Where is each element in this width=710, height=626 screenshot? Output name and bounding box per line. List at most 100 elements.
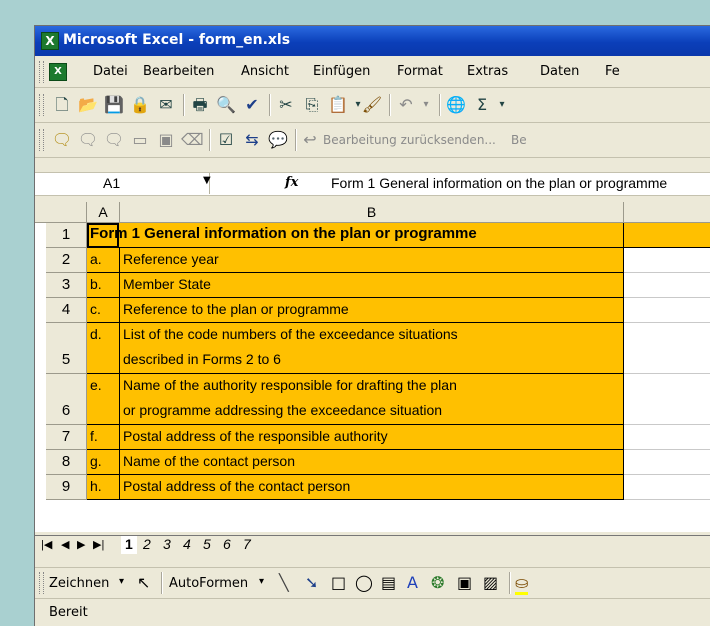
grid-cell[interactable]: h. xyxy=(87,475,120,500)
grid-cell[interactable] xyxy=(624,475,710,500)
chevron-down-icon[interactable]: ▼ xyxy=(203,175,211,186)
textbox-icon[interactable]: ▤ xyxy=(381,574,396,592)
copy-icon[interactable]: ⎘ xyxy=(301,94,323,116)
grid-cell[interactable] xyxy=(624,248,710,273)
menu-einfuegen[interactable]: Einfügen xyxy=(313,64,370,79)
grid-cell[interactable]: Postal address of the responsible author… xyxy=(120,425,624,450)
grid-cell[interactable]: Name of the contact person xyxy=(120,450,624,475)
sheet-tab-5[interactable]: 5 xyxy=(203,536,211,554)
toolbar-grip[interactable] xyxy=(39,129,44,151)
row-header[interactable]: 2 xyxy=(46,248,87,273)
oval-icon[interactable]: ◯ xyxy=(355,574,373,592)
name-box[interactable]: A1 ▼ xyxy=(35,173,211,194)
formula-input[interactable]: Form 1 General information on the plan o… xyxy=(331,175,667,191)
row-header[interactable]: 6 xyxy=(46,374,87,425)
show-comment-icon[interactable]: ▭ xyxy=(129,129,151,151)
arrow-icon[interactable]: ➘ xyxy=(305,574,318,592)
send-back-button[interactable]: Bearbeitung zurücksenden... xyxy=(323,133,496,147)
previous-sheet-icon[interactable]: ◀ xyxy=(61,538,69,551)
undo-icon[interactable]: ↶ xyxy=(395,94,417,116)
menu-daten[interactable]: Daten xyxy=(540,64,579,79)
discussion-icon[interactable]: 💬 xyxy=(267,129,289,151)
fill-color-icon[interactable]: ⛀ xyxy=(515,574,529,595)
cut-icon[interactable]: ✂ xyxy=(275,94,297,116)
previous-comment-icon[interactable]: 🗨 xyxy=(77,129,99,151)
print-icon[interactable]: 🖶 xyxy=(189,94,211,116)
grid-cell[interactable]: c. xyxy=(87,298,120,323)
grid-cell[interactable] xyxy=(624,450,710,475)
row-header[interactable]: 1 xyxy=(46,223,87,248)
print-preview-icon[interactable]: 🔍 xyxy=(215,94,237,116)
row-header[interactable]: 7 xyxy=(46,425,87,450)
sheet-tab-1[interactable]: 1 xyxy=(121,536,137,554)
insert-picture-icon[interactable]: ▨ xyxy=(483,574,498,592)
grid-cell[interactable] xyxy=(624,374,710,425)
menu-format[interactable]: Format xyxy=(397,64,443,79)
sheet-tab-2[interactable]: 2 xyxy=(143,536,151,554)
workbook-icon[interactable]: X xyxy=(49,63,67,81)
grid-cell[interactable]: b. xyxy=(87,273,120,298)
wordart-icon[interactable]: A xyxy=(407,574,418,592)
last-sheet-icon[interactable]: ▶| xyxy=(93,538,104,551)
rectangle-icon[interactable]: □ xyxy=(331,574,346,592)
function-icon[interactable]: fx xyxy=(285,175,298,190)
row-header[interactable]: 4 xyxy=(46,298,87,323)
draw-menu-button[interactable]: Zeichnen xyxy=(49,576,109,591)
chevron-down-icon[interactable]: ▾ xyxy=(259,576,264,587)
grid-cell[interactable] xyxy=(624,323,710,374)
grid-cell[interactable]: d. xyxy=(87,323,120,374)
end-review-button[interactable]: Be xyxy=(511,133,527,147)
grid-cell[interactable]: List of the code numbers of the exceedan… xyxy=(120,323,624,374)
line-icon[interactable]: ╲ xyxy=(279,574,289,592)
clipart-icon[interactable]: ▣ xyxy=(457,574,472,592)
grid-cell[interactable]: Postal address of the contact person xyxy=(120,475,624,500)
show-all-comments-icon[interactable]: ▣ xyxy=(155,129,177,151)
grid-cell[interactable]: Name of the authority responsible for dr… xyxy=(120,374,624,425)
grid-cell[interactable] xyxy=(624,298,710,323)
update-file-icon[interactable]: ⇆ xyxy=(241,129,263,151)
column-header-b[interactable]: B xyxy=(120,202,624,223)
track-changes-icon[interactable]: ☑ xyxy=(215,129,237,151)
permission-icon[interactable]: 🔒 xyxy=(129,94,151,116)
chevron-down-icon[interactable]: ▾ xyxy=(119,576,124,587)
header-cell[interactable]: Form 1 General information on the plan o… xyxy=(87,223,624,248)
sheet-tab-7[interactable]: 7 xyxy=(243,536,251,554)
menu-ansicht[interactable]: Ansicht xyxy=(241,64,289,79)
chevron-down-icon[interactable]: ▾ xyxy=(491,94,513,116)
grid-cell[interactable] xyxy=(624,223,710,248)
column-header-c[interactable] xyxy=(624,202,710,223)
sheet-tab-6[interactable]: 6 xyxy=(223,536,231,554)
sheet-tab-3[interactable]: 3 xyxy=(163,536,171,554)
paste-icon[interactable]: 📋 xyxy=(327,94,349,116)
new-comment-icon[interactable]: 🗨 xyxy=(51,129,73,151)
grid-cell[interactable] xyxy=(624,273,710,298)
worksheet-grid[interactable]: A B 1 2 3 4 5 6 7 8 9 Form 1 General inf… xyxy=(35,202,710,532)
save-icon[interactable]: 💾 xyxy=(103,94,125,116)
next-comment-icon[interactable]: 🗨 xyxy=(103,129,125,151)
first-sheet-icon[interactable]: |◀ xyxy=(41,538,52,551)
column-header-a[interactable]: A xyxy=(87,202,120,223)
reply-with-changes-icon[interactable]: ↩ xyxy=(299,129,321,151)
toolbar-grip[interactable] xyxy=(39,572,44,594)
new-icon[interactable]: 🗋 xyxy=(51,94,73,116)
toolbar-grip[interactable] xyxy=(39,94,44,116)
excel-icon[interactable]: X xyxy=(41,32,59,50)
grid-cell[interactable]: Reference year xyxy=(120,248,624,273)
grid-cell[interactable]: a. xyxy=(87,248,120,273)
diagram-icon[interactable]: ❂ xyxy=(431,574,444,592)
row-header[interactable]: 3 xyxy=(46,273,87,298)
toolbar-grip[interactable] xyxy=(39,61,44,83)
menu-extras[interactable]: Extras xyxy=(467,64,508,79)
row-header[interactable]: 8 xyxy=(46,450,87,475)
hyperlink-icon[interactable]: 🌐 xyxy=(445,94,467,116)
row-header[interactable]: 5 xyxy=(46,323,87,374)
autoshapes-button[interactable]: AutoFormen xyxy=(169,576,248,591)
grid-cell[interactable]: e. xyxy=(87,374,120,425)
grid-cell[interactable]: Reference to the plan or programme xyxy=(120,298,624,323)
chevron-down-icon[interactable]: ▾ xyxy=(415,94,437,116)
delete-comment-icon[interactable]: ⌫ xyxy=(181,129,204,151)
menu-datei[interactable]: Datei xyxy=(93,64,128,79)
select-objects-icon[interactable]: ↖ xyxy=(137,574,150,592)
format-painter-icon[interactable]: 🖌 xyxy=(361,94,383,116)
grid-cell[interactable]: f. xyxy=(87,425,120,450)
